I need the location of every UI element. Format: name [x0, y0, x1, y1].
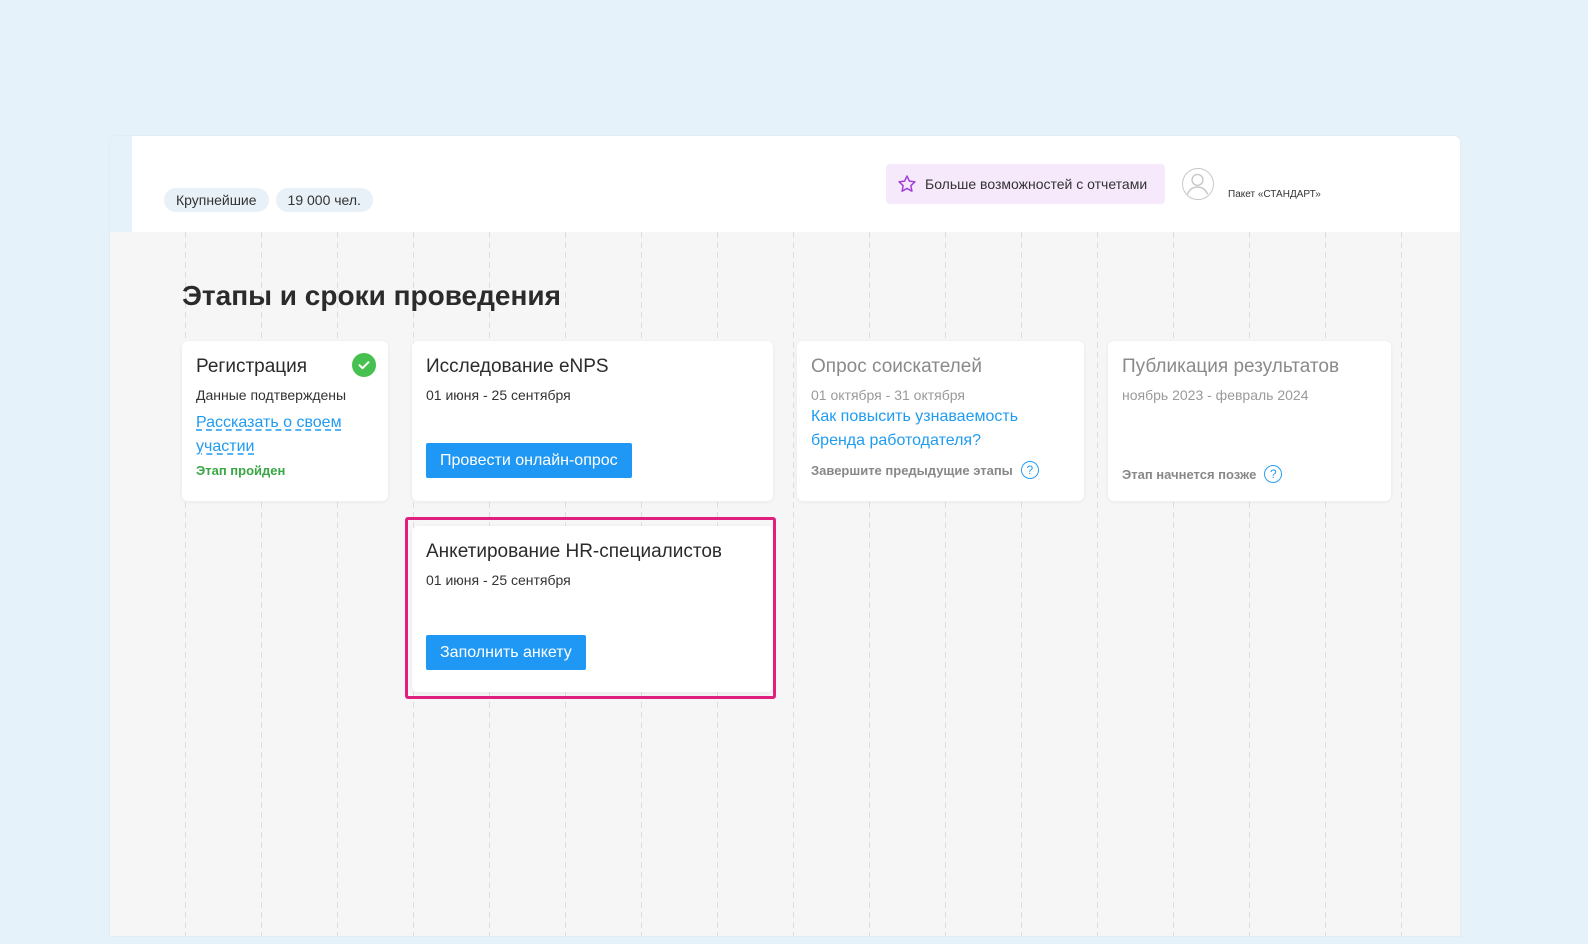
more-features-label: Больше возможностей с отчетами: [925, 176, 1148, 192]
stage-title: Анкетирование HR-специалистов: [426, 541, 723, 562]
stage-card-publication: Публикация результатов ноябрь 2023 - фев…: [1108, 341, 1391, 501]
header: Крупнейшие 19 000 чел. Больше возможност…: [110, 136, 1460, 232]
page-title: Этапы и сроки проведения: [182, 280, 561, 311]
app-window: Крупнейшие 19 000 чел. Больше возможност…: [110, 136, 1460, 936]
stage-card-hr-survey: Анкетирование HR-специалистов 01 июня - …: [412, 526, 773, 692]
stage-status: Завершите предыдущие этапы ?: [811, 461, 1070, 479]
stage-card-enps: Исследование eNPS 01 июня - 25 сентября …: [412, 341, 773, 501]
more-features-button[interactable]: Больше возможностей с отчетами: [886, 164, 1165, 204]
stage-title: Регистрация: [196, 356, 308, 377]
stage-title: Исследование eNPS: [426, 356, 609, 377]
chip-employee-count: 19 000 чел.: [275, 188, 373, 212]
stage-title: Публикация результатов: [1122, 356, 1340, 377]
stage-dates: 01 октября - 31 октября: [811, 387, 965, 403]
stage-status-label: Завершите предыдущие этапы: [811, 462, 1013, 478]
stage-dates: ноябрь 2023 - февраль 2024: [1122, 387, 1309, 403]
background-grid: [110, 232, 1460, 936]
brand-awareness-link[interactable]: Как повысить узнаваемость бренда работод…: [811, 405, 1070, 453]
check-icon: [352, 353, 376, 377]
help-icon[interactable]: ?: [1264, 465, 1283, 483]
fill-questionnaire-button[interactable]: Заполнить анкету: [426, 635, 586, 670]
stage-status-label: Этап начнется позже: [1122, 466, 1257, 482]
header-accent: [110, 136, 132, 232]
help-icon[interactable]: ?: [1020, 461, 1039, 479]
stage-status: Этап начнется позже ?: [1122, 465, 1283, 483]
package-label: Пакет «СТАНДАРТ»: [1228, 189, 1321, 200]
tell-about-participation-link[interactable]: Рассказать о своем участии: [196, 411, 374, 459]
company-chips: Крупнейшие 19 000 чел.: [164, 188, 373, 212]
run-online-survey-button[interactable]: Провести онлайн-опрос: [426, 443, 632, 478]
stage-card-registration: Регистрация Данные подтверждены Рассказа…: [182, 341, 388, 501]
stage-card-candidates: Опрос соискателей 01 октября - 31 октябр…: [797, 341, 1084, 501]
stage-subtitle: Данные подтверждены: [196, 387, 347, 403]
stage-title: Опрос соискателей: [811, 356, 982, 377]
stage-dates: 01 июня - 25 сентября: [426, 387, 571, 403]
stage-dates: 01 июня - 25 сентября: [426, 572, 571, 588]
stage-status: Этап пройден: [196, 463, 286, 478]
star-icon: [897, 174, 917, 194]
chip-size-category: Крупнейшие: [164, 188, 269, 212]
user-avatar-icon[interactable]: [1182, 168, 1214, 200]
